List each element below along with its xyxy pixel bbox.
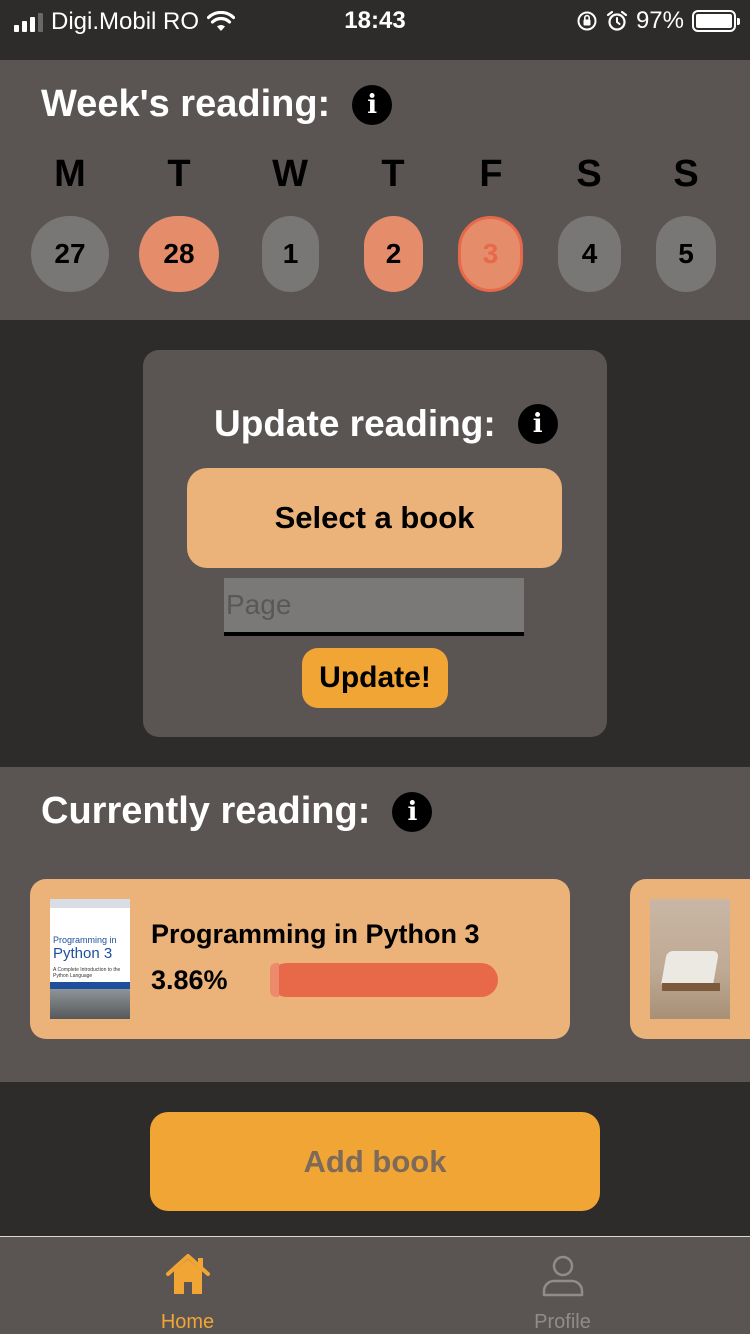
battery-icon: [692, 10, 740, 32]
week-reading-heading: Week's reading: i: [41, 83, 393, 126]
currently-reading-heading: Currently reading: i: [41, 790, 433, 833]
day-pill-friday[interactable]: 3: [458, 216, 523, 292]
day-letter-friday: F: [479, 153, 503, 195]
day-pill-monday[interactable]: 27: [31, 216, 109, 292]
book-progress-percent: 3.86%: [151, 965, 228, 995]
tab-profile-label: Profile: [534, 1311, 591, 1333]
day-pill-sunday[interactable]: 5: [656, 216, 716, 292]
book-card[interactable]: [630, 879, 750, 1039]
cover-subtitle: A Complete Introduction to the Python La…: [53, 967, 121, 979]
update-reading-title: Update reading:: [214, 403, 496, 444]
week-reading-section: Week's reading: i M T W T F S S 27 28 1 …: [0, 60, 750, 320]
book-title: Programming in Python 3: [151, 919, 480, 949]
battery-percent: 97%: [635, 7, 684, 34]
page-input[interactable]: [224, 578, 524, 636]
status-right: 97%: [576, 7, 740, 35]
book-progress-bar: [270, 963, 498, 997]
tab-home[interactable]: Home: [0, 1237, 375, 1334]
tab-home-label: Home: [160, 1311, 215, 1333]
info-icon[interactable]: i: [392, 791, 433, 832]
home-icon: [166, 1254, 210, 1294]
update-button[interactable]: Update!: [302, 648, 448, 708]
update-reading-card: Update reading: i Select a book Update!: [143, 350, 607, 737]
cover-title-big: Python 3: [53, 945, 113, 962]
cover-title-small: Programming in: [53, 935, 117, 945]
day-letter-monday: M: [54, 153, 86, 195]
status-bar: Digi.Mobil RO 18:43 97%: [0, 0, 750, 60]
tab-profile[interactable]: Profile: [375, 1237, 750, 1334]
add-book-button[interactable]: Add book: [150, 1112, 600, 1211]
currently-reading-title: Currently reading:: [41, 790, 371, 832]
orientation-lock-icon: [577, 11, 597, 31]
info-icon[interactable]: i: [352, 84, 393, 125]
book-card[interactable]: Programming in Python 3 A Complete Intro…: [30, 879, 570, 1039]
day-pill-thursday[interactable]: 2: [364, 216, 423, 292]
book-cover: Programming in Python 3 A Complete Intro…: [50, 899, 130, 1019]
day-pill-saturday[interactable]: 4: [558, 216, 621, 292]
day-letter-sunday: S: [673, 153, 699, 195]
day-pill-tuesday[interactable]: 28: [139, 216, 219, 292]
day-pill-wednesday[interactable]: 1: [262, 216, 319, 292]
week-reading-title: Week's reading:: [41, 83, 331, 125]
currently-reading-section: Currently reading: i Programming in Pyth…: [0, 767, 750, 1082]
tab-bar: Home Profile: [0, 1236, 750, 1334]
book-progress-fill: [270, 963, 279, 997]
book-cover: [650, 899, 730, 1019]
info-icon[interactable]: i: [517, 404, 558, 444]
update-reading-heading: Update reading: i: [214, 403, 558, 445]
day-letter-saturday: S: [576, 153, 602, 195]
profile-icon: [542, 1255, 584, 1297]
day-letter-wednesday: W: [272, 153, 308, 195]
select-book-button[interactable]: Select a book: [187, 468, 562, 568]
day-letter-tuesday: T: [167, 153, 191, 195]
day-letter-thursday: T: [381, 153, 405, 195]
alarm-icon: [606, 10, 628, 31]
